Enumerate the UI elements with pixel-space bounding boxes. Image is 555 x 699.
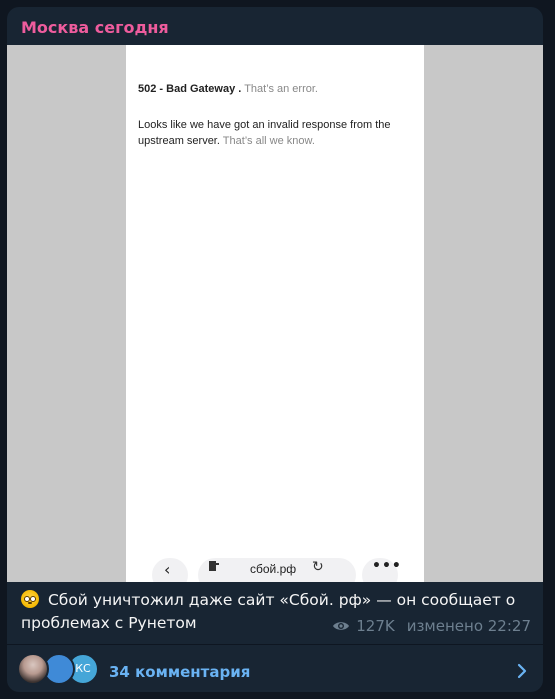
error-body-suffix: That’s all we know. (222, 135, 315, 147)
media-photo[interactable]: 502 - Bad Gateway . That’s an error. Loo… (7, 45, 543, 582)
edited-time: изменено 22:27 (406, 617, 531, 635)
more-horizontal-icon: ••• (372, 558, 402, 574)
flushed-face-emoji (21, 590, 39, 608)
view-count: 127K (356, 617, 395, 635)
error-title: 502 - Bad Gateway . (138, 83, 242, 95)
avatar (17, 653, 49, 685)
channel-name[interactable]: Москва сегодня (21, 18, 169, 37)
error-title-line: 502 - Bad Gateway . That’s an error. (138, 83, 318, 95)
chevron-left-icon: ‹ (164, 560, 171, 579)
tabs-icon (209, 561, 219, 571)
error-body-paragraph: Looks like we have got an invalid respon… (138, 117, 410, 149)
reload-icon: ↻ (312, 559, 324, 575)
browser-url: сбой.рф (250, 562, 297, 576)
chevron-right-icon (517, 663, 527, 679)
eye-icon (333, 622, 350, 630)
message-bubble: Москва сегодня 502 - Bad Gateway . That’… (7, 7, 543, 692)
browser-toolbar: ‹ сбой.рф ↻ ••• (126, 556, 424, 582)
error-suffix: That’s an error. (244, 83, 318, 95)
phone-screenshot: 502 - Bad Gateway . That’s an error. Loo… (126, 45, 424, 582)
post-meta: 127K изменено 22:27 (332, 617, 531, 635)
comments-label: 34 комментария (109, 663, 251, 681)
comments-button[interactable]: КС 34 комментария (7, 645, 543, 692)
